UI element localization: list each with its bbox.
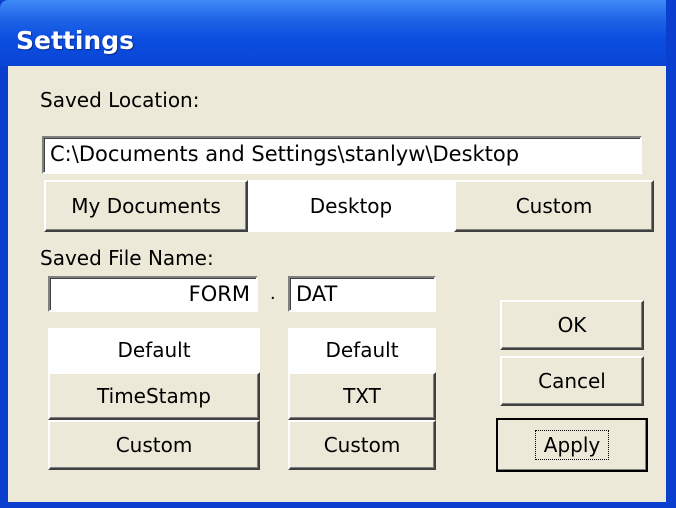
saved-location-label: Saved Location: <box>40 88 200 112</box>
name-custom-button[interactable]: Custom <box>48 420 260 470</box>
desktop-button[interactable]: Desktop <box>248 180 454 232</box>
saved-location-input[interactable]: C:\Documents and Settings\stanlyw\Deskto… <box>42 136 642 174</box>
name-default-button[interactable]: Default <box>48 328 260 372</box>
ext-txt-button[interactable]: TXT <box>288 372 436 420</box>
my-documents-button[interactable]: My Documents <box>44 180 248 232</box>
saved-file-name-label: Saved File Name: <box>40 246 214 270</box>
file-extension-input[interactable]: DAT <box>288 276 436 312</box>
ext-default-button[interactable]: Default <box>288 328 436 372</box>
extension-separator: . <box>270 282 276 304</box>
custom-location-button[interactable]: Custom <box>454 180 654 232</box>
apply-button-label: Apply <box>534 430 610 460</box>
ext-custom-button[interactable]: Custom <box>288 420 436 470</box>
cancel-button[interactable]: Cancel <box>500 356 644 406</box>
window-title: Settings <box>16 26 135 55</box>
window-right-border <box>666 0 676 508</box>
ok-button[interactable]: OK <box>500 300 644 350</box>
name-timestamp-button[interactable]: TimeStamp <box>48 372 260 420</box>
settings-window: Settings Saved Location: C:\Documents an… <box>0 0 676 508</box>
file-name-input[interactable]: FORM <box>48 276 258 312</box>
dialog-body: Saved Location: C:\Documents and Setting… <box>8 66 666 502</box>
title-bar[interactable]: Settings <box>0 0 676 66</box>
apply-button[interactable]: Apply <box>496 418 648 472</box>
